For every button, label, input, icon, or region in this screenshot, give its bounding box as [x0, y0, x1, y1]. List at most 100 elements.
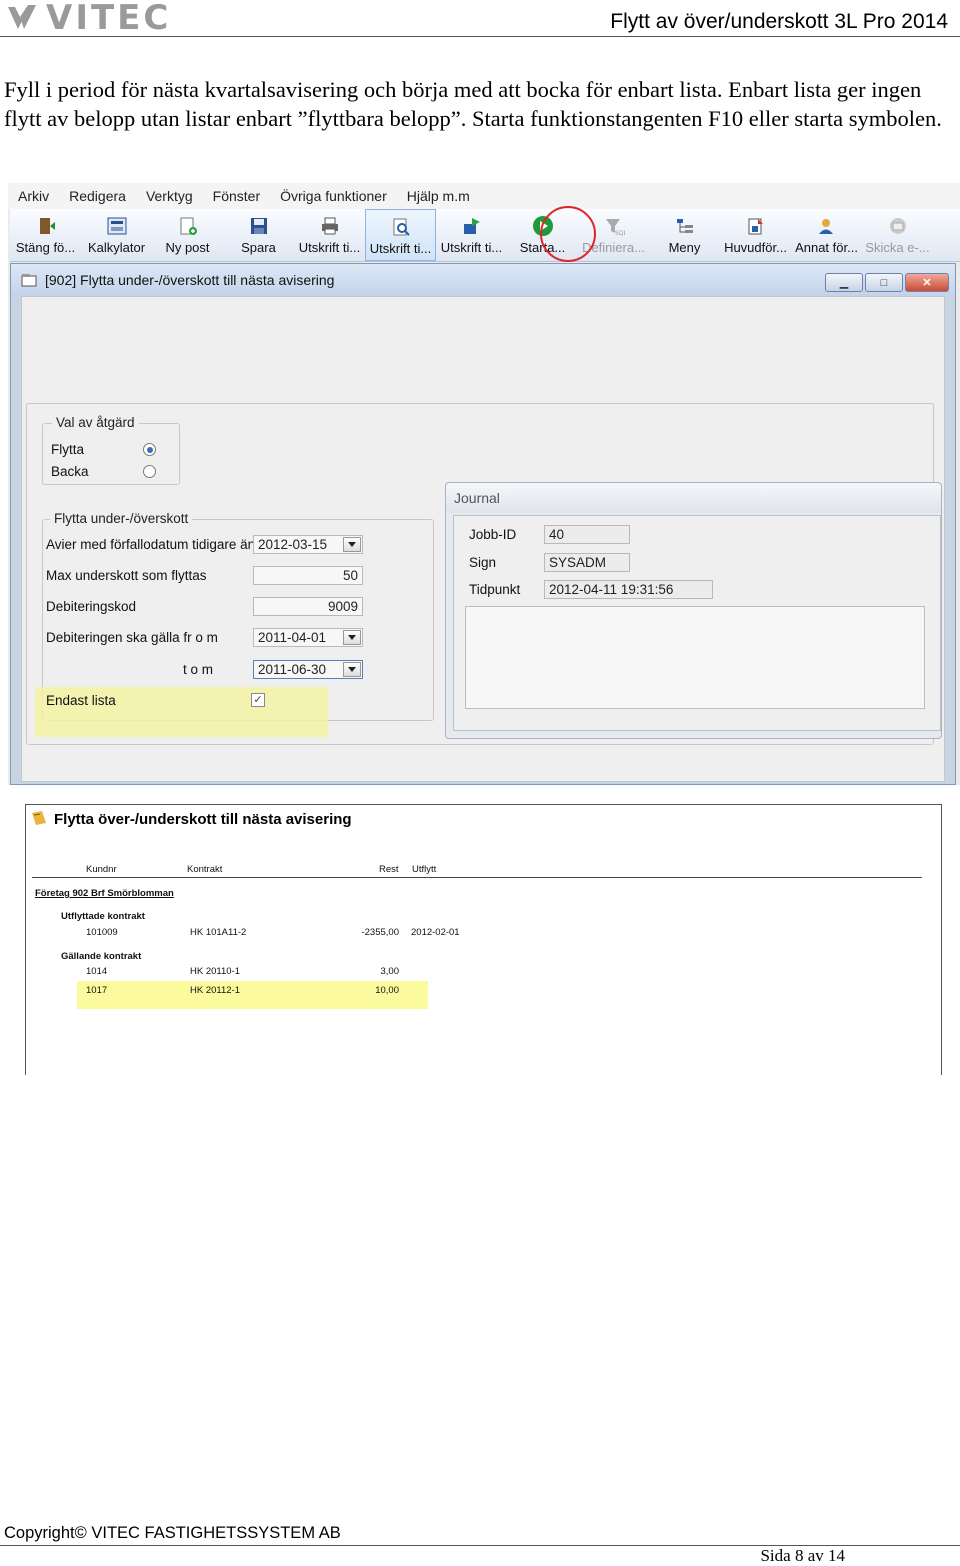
job-id-label: Jobb-ID	[469, 527, 517, 542]
row-rest: -2355,00	[361, 927, 399, 938]
door-exit-icon	[35, 215, 57, 237]
vitec-logo-icon	[8, 5, 36, 29]
floppy-save-icon	[248, 215, 270, 237]
max-deficit-label: Max underskott som flyttas	[46, 568, 207, 583]
checkmark-icon: ✓	[253, 693, 263, 706]
option-backa-label: Backa	[51, 464, 89, 479]
row-kundnr: 101009	[86, 927, 118, 938]
toolbar-calculator-button[interactable]: Kalkylator	[81, 209, 152, 261]
col-kundnr: Kundnr	[86, 864, 117, 875]
new-record-icon	[177, 215, 199, 237]
send-email-icon	[887, 215, 909, 237]
toolbar-new-record-button[interactable]: Ny post	[152, 209, 223, 261]
journal-title: Journal	[454, 490, 500, 506]
sql-define-icon: SQL	[603, 215, 625, 237]
menu-verktyg[interactable]: Verktyg	[136, 188, 203, 204]
logo-text: VITEC	[46, 0, 172, 38]
header-divider	[0, 36, 960, 37]
toolbar-label: Utskrift ti...	[440, 240, 503, 255]
window-icon	[21, 273, 37, 287]
toolbar-label: Stäng fö...	[15, 240, 76, 255]
valid-to-label: t o m	[183, 662, 214, 677]
timestamp-label: Tidpunkt	[469, 582, 521, 597]
app-window: Arkiv Redigera Verktyg Fönster Övriga fu…	[8, 183, 960, 785]
journal-log-area[interactable]	[465, 606, 925, 709]
toolbar-send-email-button[interactable]: Skicka e-...	[862, 209, 933, 261]
billing-code-label: Debiteringskod	[46, 599, 137, 614]
menu-hjalp[interactable]: Hjälp m.m	[397, 188, 480, 204]
max-deficit-input[interactable]: 50	[253, 566, 363, 585]
valid-to-value: 2011-06-30	[258, 662, 327, 677]
row-kundnr: 1017	[86, 985, 108, 996]
report-icon	[30, 809, 48, 827]
due-date-label: Avier med förfallodatum tidigare än	[46, 537, 256, 552]
window-controls: ▁ □ ✕	[825, 273, 949, 292]
row-rest: 3,00	[380, 966, 400, 977]
chevron-down-icon[interactable]	[343, 662, 361, 677]
toolbar-label: Huvudför...	[724, 240, 787, 255]
toolbar-other-button[interactable]: Annat för...	[791, 209, 862, 261]
page-number: Sida 8 av 14	[760, 1546, 845, 1565]
row-utflytt: 2012-02-01	[411, 927, 460, 938]
toolbar-save-button[interactable]: Spara	[223, 209, 294, 261]
svg-text:SQL: SQL	[615, 230, 625, 236]
only-list-label: Endast lista	[46, 693, 116, 708]
menu-arkiv[interactable]: Arkiv	[8, 188, 59, 204]
due-date-dropdown[interactable]: 2012-03-15	[253, 535, 363, 554]
inner-window: [902] Flytta under-/överskott till nästa…	[10, 263, 956, 785]
due-date-value: 2012-03-15	[258, 537, 328, 552]
radio-selected-dot	[146, 446, 153, 453]
toolbar-label: Spara	[241, 240, 276, 255]
action-group-title: Val av åtgärd	[52, 415, 139, 430]
valid-from-label: Debiteringen ska gälla fr o m	[46, 630, 218, 645]
calculator-icon	[106, 215, 128, 237]
toolbar-print-preview-button[interactable]: Utskrift ti...	[365, 209, 436, 261]
toolbar-print-button[interactable]: Utskrift ti...	[294, 209, 365, 261]
sign-value: SYSADM	[544, 553, 630, 572]
valid-from-dropdown[interactable]: 2011-04-01	[253, 628, 363, 647]
toolbar-export-button[interactable]: Utskrift ti...	[436, 209, 507, 261]
window-body: Val av åtgärd Flytta Backa Flytta under-…	[21, 296, 945, 782]
billing-code-input[interactable]: 9009	[253, 597, 363, 616]
menu-redigera[interactable]: Redigera	[59, 188, 136, 204]
report-header-rule	[32, 877, 922, 878]
close-icon: ✕	[922, 277, 932, 289]
journal-header	[446, 483, 941, 513]
vitec-logo: VITEC	[6, 0, 172, 38]
toolbar-register-button[interactable]: Huvudför...	[720, 209, 791, 261]
section-moved-out: Utflyttade kontrakt	[61, 911, 145, 922]
timestamp-value: 2012-04-11 19:31:56	[544, 580, 713, 599]
maximize-button[interactable]: □	[865, 273, 903, 292]
toolbar-label: Annat för...	[795, 240, 858, 255]
menu-bar: Arkiv Redigera Verktyg Fönster Övriga fu…	[8, 183, 960, 209]
chevron-down-icon[interactable]	[343, 537, 361, 552]
toolbar-label: Kalkylator	[87, 240, 146, 255]
menu-ovriga-funktioner[interactable]: Övriga funktioner	[270, 188, 397, 204]
option-backa-radio[interactable]	[143, 465, 156, 478]
toolbar: Stäng fö... Kalkylator Ny post Spara Uts…	[10, 209, 960, 262]
col-kontrakt: Kontrakt	[187, 864, 223, 875]
instruction-paragraph: Fyll i period för nästa kvartalsaviserin…	[4, 77, 942, 131]
toolbar-label: Utskrift ti...	[298, 240, 361, 255]
chevron-down-icon[interactable]	[343, 630, 361, 645]
toolbar-menu-button[interactable]: Meny	[649, 209, 720, 261]
window-title: [902] Flytta under-/överskott till nästa…	[45, 272, 335, 288]
printer-icon	[319, 215, 341, 237]
only-list-checkbox[interactable]: ✓	[251, 693, 265, 707]
footer-copyright: Copyright© VITEC FASTIGHETSSYSTEM AB	[4, 1524, 341, 1542]
toolbar-close-button[interactable]: Stäng fö...	[10, 209, 81, 261]
close-button[interactable]: ✕	[905, 273, 949, 292]
menu-fonster[interactable]: Fönster	[203, 188, 270, 204]
section-current: Gällande kontrakt	[61, 951, 142, 962]
report-preview: Flytta över-/underskott till nästa avise…	[25, 804, 942, 1075]
register-icon	[745, 215, 767, 237]
col-utflytt: Utflytt	[412, 864, 437, 875]
valid-to-dropdown[interactable]: 2011-06-30	[253, 660, 363, 679]
row-rest: 10,00	[375, 985, 399, 996]
col-rest: Rest	[379, 864, 399, 875]
minimize-button[interactable]: ▁	[825, 273, 863, 292]
print-preview-icon	[390, 216, 412, 238]
document-title: Flytt av över/underskott 3L Pro 2014	[610, 10, 948, 33]
toolbar-label: Ny post	[165, 240, 210, 255]
option-flytta-radio[interactable]	[143, 443, 156, 456]
